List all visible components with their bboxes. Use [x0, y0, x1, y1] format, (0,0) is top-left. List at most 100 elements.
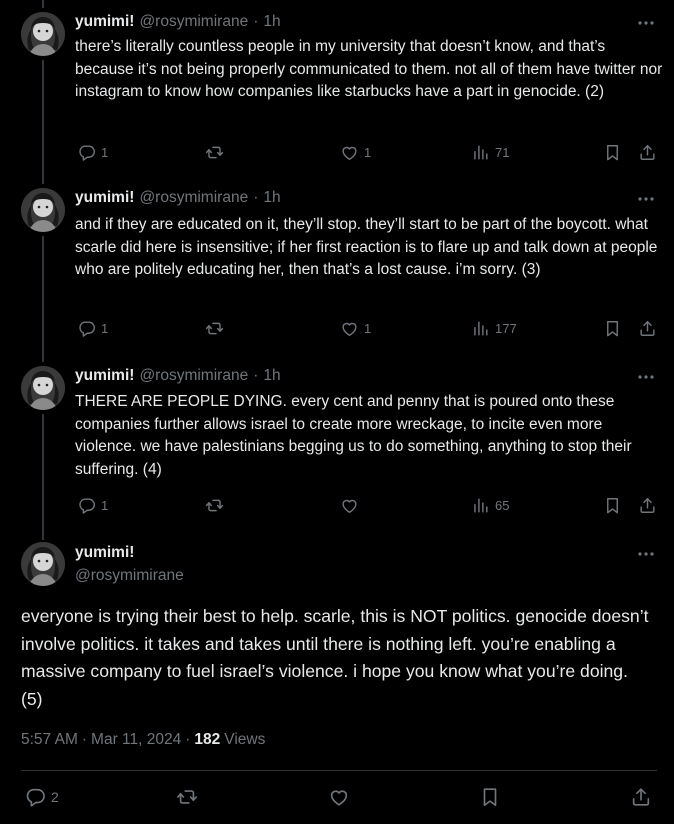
tweet-actions: 1 1 177 — [75, 317, 660, 339]
heart-icon — [340, 319, 359, 338]
heart-icon — [340, 496, 359, 515]
retweet-icon — [205, 319, 224, 338]
like-count: 1 — [364, 144, 372, 160]
tweet-actions: 2 — [21, 786, 657, 810]
tweet-header: yumimi! @rosymimirane · 1h — [75, 12, 281, 32]
more-horizontal-icon[interactable] — [636, 189, 656, 209]
reply-count: 2 — [51, 789, 59, 805]
views-count: 182 — [194, 731, 221, 748]
share-button[interactable] — [638, 141, 657, 163]
display-name[interactable]: yumimi! — [75, 189, 134, 207]
tweet-text: THERE ARE PEOPLE DYING. every cent and p… — [75, 393, 632, 478]
time-separator: · — [253, 13, 259, 30]
share-icon — [638, 143, 657, 162]
thread-tweet[interactable]: yumimi! @rosymimirane · 1h and if they a… — [0, 188, 674, 360]
thread-tweet[interactable]: yumimi! @rosymimirane · 1h there’s liter… — [0, 12, 674, 182]
more-horizontal-icon[interactable] — [636, 13, 656, 33]
tweet-meta: 5:57 AM · Mar 11, 2024 · 182 Views — [21, 731, 265, 749]
like-button[interactable] — [328, 786, 355, 808]
thread-line — [42, 0, 44, 8]
views-label: Views — [224, 731, 266, 748]
retweet-button[interactable] — [205, 494, 229, 516]
meta-separator: · — [81, 731, 88, 748]
reply-button[interactable]: 2 — [24, 786, 59, 808]
bookmark-button[interactable] — [603, 317, 622, 339]
share-icon — [638, 319, 657, 338]
reply-icon — [77, 496, 96, 515]
share-icon — [638, 496, 657, 515]
retweet-icon — [205, 143, 224, 162]
more-horizontal-icon[interactable] — [636, 544, 656, 564]
avatar[interactable] — [21, 12, 65, 56]
like-button[interactable]: 1 — [340, 317, 371, 339]
like-button[interactable] — [340, 494, 364, 516]
timestamp[interactable]: 1h — [263, 367, 280, 385]
bookmark-icon — [603, 143, 622, 162]
date[interactable]: Mar 11, 2024 — [91, 731, 181, 749]
display-name[interactable]: yumimi! — [75, 367, 134, 385]
tweet-actions: 1 65 — [75, 494, 660, 516]
time-separator: · — [253, 367, 259, 384]
bookmark-button[interactable] — [479, 786, 501, 808]
tweet-header: yumimi! @rosymimirane · 1h — [75, 188, 281, 208]
retweet-button[interactable] — [205, 317, 229, 339]
retweet-icon — [176, 786, 198, 808]
tweet-actions: 1 1 71 — [75, 141, 660, 163]
timestamp[interactable]: 1h — [263, 13, 280, 31]
avatar[interactable] — [21, 188, 65, 232]
tweet-text: everyone is trying their best to help. s… — [21, 606, 649, 709]
share-button[interactable] — [630, 786, 652, 808]
user-handle[interactable]: @rosymimirane — [75, 567, 184, 585]
meta-separator: · — [185, 731, 191, 748]
reply-icon — [77, 143, 96, 162]
bookmark-icon — [479, 786, 501, 808]
tweet-header: yumimi! @rosymimirane · 1h — [75, 366, 281, 386]
time-separator: · — [253, 189, 259, 206]
timestamp[interactable]: 1h — [263, 189, 280, 207]
share-icon — [630, 786, 652, 808]
reply-count: 1 — [101, 497, 109, 513]
heart-icon — [328, 786, 350, 808]
more-horizontal-icon[interactable] — [636, 367, 656, 387]
views-count: 177 — [495, 320, 517, 336]
display-name[interactable]: yumimi! — [75, 544, 134, 562]
bookmark-icon — [603, 496, 622, 515]
tweet-text: and if they are educated on it, they’ll … — [75, 216, 658, 278]
display-name[interactable]: yumimi! — [75, 13, 134, 31]
retweet-button[interactable] — [205, 141, 229, 163]
divider — [21, 770, 657, 771]
views-bar-icon — [471, 319, 490, 338]
views-button[interactable]: 65 — [471, 494, 509, 516]
bookmark-icon — [603, 319, 622, 338]
reply-icon — [77, 319, 96, 338]
share-button[interactable] — [638, 494, 657, 516]
views-count: 65 — [495, 497, 510, 513]
views-bar-icon — [471, 496, 490, 515]
like-button[interactable]: 1 — [340, 141, 371, 163]
views-button[interactable]: 71 — [471, 141, 509, 163]
timestamp[interactable]: 5:57 AM — [21, 731, 78, 749]
views-bar-icon — [471, 143, 490, 162]
share-button[interactable] — [638, 317, 657, 339]
reply-icon — [24, 786, 46, 808]
reply-count: 1 — [101, 320, 109, 336]
retweet-button[interactable] — [176, 786, 203, 808]
user-handle[interactable]: @rosymimirane — [139, 13, 248, 31]
retweet-icon — [205, 496, 224, 515]
views-count: 71 — [495, 144, 510, 160]
reply-button[interactable]: 1 — [77, 317, 108, 339]
user-handle[interactable]: @rosymimirane — [139, 367, 248, 385]
reply-button[interactable]: 1 — [77, 494, 108, 516]
heart-icon — [340, 143, 359, 162]
thread-tweet[interactable]: yumimi! @rosymimirane · 1h THERE ARE PEO… — [0, 366, 674, 538]
reply-button[interactable]: 1 — [77, 141, 108, 163]
user-handle[interactable]: @rosymimirane — [139, 189, 248, 207]
views-button[interactable]: 177 — [471, 317, 517, 339]
reply-count: 1 — [101, 144, 109, 160]
bookmark-button[interactable] — [603, 494, 622, 516]
like-count: 1 — [364, 320, 372, 336]
avatar[interactable] — [21, 542, 65, 586]
avatar[interactable] — [21, 366, 65, 410]
tweet-text: there’s literally countless people in my… — [75, 38, 663, 100]
bookmark-button[interactable] — [603, 141, 622, 163]
